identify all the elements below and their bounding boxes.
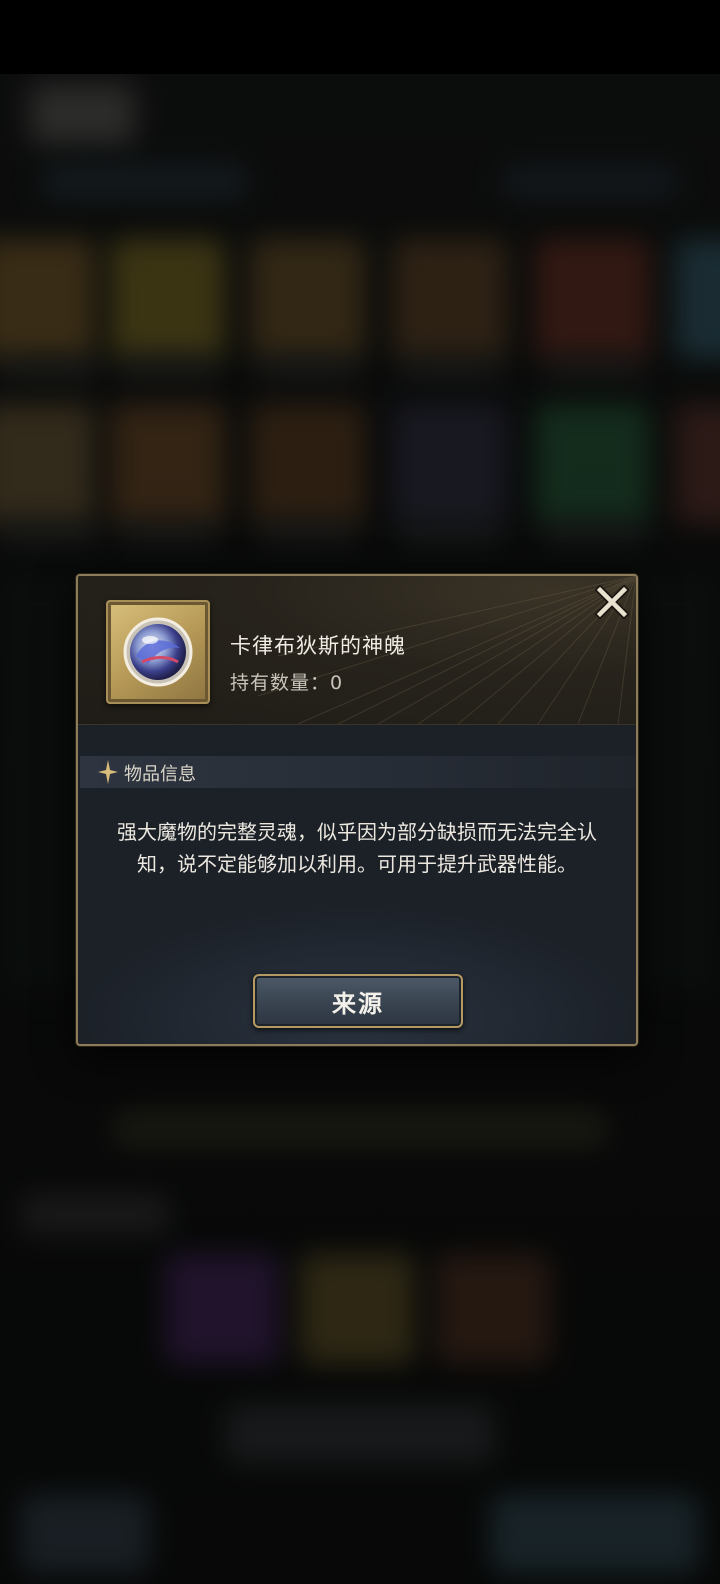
status-bar bbox=[0, 0, 720, 74]
source-button-label: 来源 bbox=[332, 988, 384, 1018]
item-description: 强大魔物的完整灵魂，似乎因为部分缺损而无法完全认知，说不定能够加以利用。可用于提… bbox=[117, 820, 597, 876]
item-info-dialog: 卡律布狄斯的神魄 持有数量：0 物品信息 强大魔物的完整灵魂，似乎因为部分缺损而… bbox=[76, 574, 638, 1046]
sparkle-icon bbox=[98, 760, 118, 784]
close-icon bbox=[595, 585, 629, 619]
section-title: 物品信息 bbox=[124, 764, 196, 785]
item-count: 持有数量：0 bbox=[230, 668, 343, 695]
item-count-label: 持有数量： bbox=[230, 672, 331, 694]
item-count-value: 0 bbox=[330, 672, 344, 694]
item-icon-frame bbox=[106, 600, 210, 704]
soul-orb-icon bbox=[123, 617, 193, 687]
item-name: 卡律布狄斯的神魄 bbox=[230, 634, 406, 658]
source-button[interactable]: 来源 bbox=[253, 974, 463, 1028]
close-button[interactable] bbox=[590, 582, 634, 622]
dialog-header: 卡律布狄斯的神魄 持有数量：0 bbox=[78, 576, 636, 725]
